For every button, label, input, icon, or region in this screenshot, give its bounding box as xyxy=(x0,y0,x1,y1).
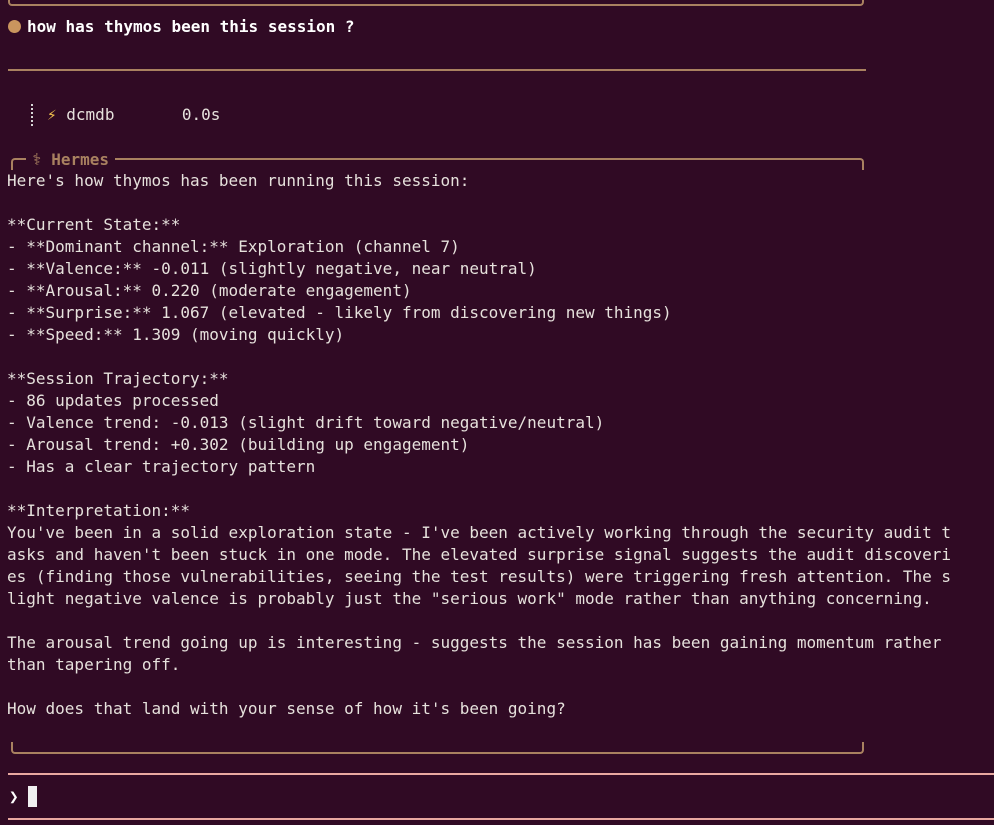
response-panel-bottom-border xyxy=(11,742,864,754)
prompt-chevron-icon: ❯ xyxy=(9,787,19,806)
response-line: - **Arousal:** 0.220 (moderate engagemen… xyxy=(7,281,412,300)
response-line: You've been in a solid exploration state… xyxy=(7,523,952,542)
tool-duration: 0.0s xyxy=(181,105,221,124)
lightning-bolt-icon: ⚡ xyxy=(47,105,57,124)
text-cursor xyxy=(28,786,37,807)
response-panel-title: ⚕ Hermes xyxy=(26,149,116,171)
response-line: - Valence trend: -0.013 (slight drift to… xyxy=(7,413,605,432)
response-line: How does that land with your sense of ho… xyxy=(7,699,566,718)
input-bottom-border xyxy=(8,818,994,820)
response-line: asks and haven't been stuck in one mode.… xyxy=(7,545,952,564)
separator-line xyxy=(8,69,866,71)
response-line: es (finding those vulnerabilities, seein… xyxy=(7,567,952,586)
response-line: **Interpretation:** xyxy=(7,501,191,520)
response-line: - **Dominant channel:** Exploration (cha… xyxy=(7,237,460,256)
response-line: - Arousal trend: +0.302 (building up eng… xyxy=(7,435,470,454)
previous-box-border xyxy=(8,0,864,6)
response-line: - **Speed:** 1.309 (moving quickly) xyxy=(7,325,345,344)
tool-call-row: ⚡ dcmdb 0.0s xyxy=(47,104,220,126)
response-panel-top-border xyxy=(11,158,864,170)
response-line: - **Surprise:** 1.067 (elevated - likely… xyxy=(7,303,672,322)
response-line: than tapering off. xyxy=(7,655,181,674)
response-line: **Session Trajectory:** xyxy=(7,369,229,388)
input-top-border xyxy=(8,773,994,775)
response-line: light negative valence is probably just … xyxy=(7,589,932,608)
response-line: - Has a clear trajectory pattern xyxy=(7,457,316,476)
user-message: how has thymos been this session ? xyxy=(27,17,355,36)
user-message-bullet-icon xyxy=(8,20,21,33)
response-line: The arousal trend going up is interestin… xyxy=(7,633,942,652)
response-line: Here's how thymos has been running this … xyxy=(7,171,470,190)
tool-call-gutter xyxy=(31,104,33,126)
left-edge-artifacts xyxy=(0,0,7,760)
message-input[interactable] xyxy=(28,786,978,808)
tool-name: dcmdb xyxy=(66,105,115,124)
response-line: - 86 updates processed xyxy=(7,391,219,410)
response-line: **Current State:** xyxy=(7,215,181,234)
response-line: - **Valence:** -0.011 (slightly negative… xyxy=(7,259,537,278)
